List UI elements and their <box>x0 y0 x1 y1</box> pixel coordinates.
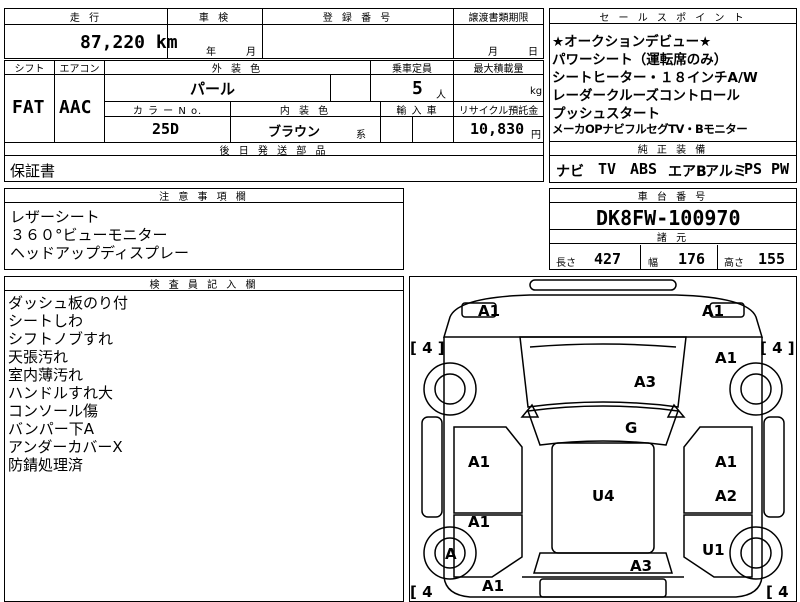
mark-front-left: A1 <box>478 302 500 320</box>
capacity-value: 5 <box>412 78 423 99</box>
inspector-line-6: ハンドルすれ大 <box>8 384 114 402</box>
exterior-value: パール <box>190 80 236 98</box>
color-no-value: 25D <box>152 120 180 138</box>
aircon-label: エアコン <box>55 61 104 75</box>
front-right-wheel-shape <box>729 362 783 416</box>
inspector-line-2: シートしわ <box>8 312 84 330</box>
mark-left-rear-wheel: A <box>445 545 457 563</box>
inspector-line-9: アンダーカバーX <box>8 438 123 456</box>
interior-label: 内 装 色 <box>231 102 380 117</box>
parts-value: 保証書 <box>10 162 56 180</box>
inspector-line-10: 防錆処理済 <box>8 456 84 474</box>
mark-rear-hatch: A3 <box>630 557 652 575</box>
load-unit: kg <box>530 86 543 97</box>
windshield-shape <box>526 405 680 446</box>
equipment-item-ps: PS <box>744 160 763 178</box>
height-label: 高さ <box>724 258 744 269</box>
equipment-item-navi: ナビ <box>556 164 584 180</box>
mileage-label: 走 行 <box>5 9 167 25</box>
tire-right-top: [ 4 ] <box>760 339 795 357</box>
shift-label: シフト <box>5 61 54 75</box>
interior-suffix: 系 <box>356 130 366 141</box>
equipment-label: 純 正 装 備 <box>550 142 796 156</box>
sales-line-1: ★オークションデビュー★ <box>552 34 712 50</box>
sales-line-6: メーカOPナビフルセグTV・Bモニター <box>552 122 748 136</box>
capacity-label: 乗車定員 <box>371 61 453 75</box>
right-rocker-shape <box>763 416 785 518</box>
interior-value: ブラウン <box>268 125 321 140</box>
specs-label: 諸 元 <box>550 230 796 244</box>
width-label: 幅 <box>648 258 658 269</box>
front-bumper-shape <box>529 279 677 291</box>
notes-line-2: ３６０°ビューモニター <box>10 226 168 244</box>
length-value: 427 <box>594 250 622 268</box>
sales-label: セ ー ル ス ポ イ ン ト <box>550 9 796 24</box>
sales-line-4: レーダークルーズコントロール <box>552 88 740 104</box>
sales-line-2: パワーシート（運転席のみ） <box>552 52 728 68</box>
sales-line-5: プッシュスタート <box>552 106 660 122</box>
shift-value: FAT <box>12 97 45 118</box>
color-no-label: カ ラ ー N o. <box>105 102 230 117</box>
inspector-line-4: 天張汚れ <box>8 348 69 366</box>
hood-line-shape <box>529 343 677 348</box>
inspector-line-8: バンパー下A <box>8 420 95 438</box>
equipment-item-tv: TV <box>598 160 617 178</box>
transfer-day: 日 <box>528 47 538 58</box>
mark-left-front-door: A1 <box>468 453 490 471</box>
mark-windshield: G <box>625 419 637 437</box>
notes-label: 注 意 事 項 欄 <box>5 189 403 203</box>
inspection-month: 月 <box>246 47 256 58</box>
inspection-year: 年 <box>206 47 216 58</box>
height-value: 155 <box>758 250 786 268</box>
import-label: 輸 入 車 <box>381 102 453 117</box>
rear-right-wheel-shape <box>729 526 783 580</box>
notes-line-1: レザーシート <box>10 208 100 226</box>
exterior-label: 外 装 色 <box>105 61 370 75</box>
aircon-value: AAC <box>59 97 92 118</box>
tire-left-bottom: [ 4 <box>410 583 433 600</box>
left-rocker-shape <box>421 416 443 518</box>
mark-left-rear-door: A1 <box>468 513 490 531</box>
hood-shape <box>519 336 687 408</box>
equipment-item-alloy: アルミ <box>705 164 747 180</box>
notes-line-3: ヘッドアップディスプレー <box>10 244 189 262</box>
tire-left-top: [ 4 ] <box>410 339 445 357</box>
rear-hatch-shape <box>539 578 667 598</box>
mark-right-rear-fender: U1 <box>702 541 725 559</box>
mark-right-fender: A1 <box>715 349 737 367</box>
front-left-wheel-shape <box>423 362 477 416</box>
inspector-line-7: コンソール傷 <box>8 402 99 420</box>
width-value: 176 <box>678 250 706 268</box>
mark-rear-left: A1 <box>482 577 504 595</box>
parts-label: 後 日 発 送 部 品 <box>5 143 543 157</box>
inspector-line-3: シフトノブすれ <box>8 330 114 348</box>
transfer-label: 譲渡書類期限 <box>454 9 543 25</box>
equipment-item-pw: PW <box>771 160 790 178</box>
inspector-line-1: ダッシュ板のり付 <box>8 294 129 312</box>
inspector-label: 検 査 員 記 入 欄 <box>5 277 403 291</box>
recycle-unit: 円 <box>531 130 541 141</box>
inspector-line-5: 室内薄汚れ <box>8 366 84 384</box>
length-label: 長さ <box>556 258 576 269</box>
inspection-label: 車 検 <box>168 9 262 25</box>
car-diagram: A1 A1 A1 A3 G A1 A1 U4 A2 A1 U1 A A3 A1 … <box>410 279 795 600</box>
max-load-label: 最大積載量 <box>454 61 543 75</box>
mileage-value: 87,220 km <box>80 32 178 53</box>
chassis-label: 車 台 番 号 <box>550 189 796 203</box>
mark-hood: A3 <box>634 373 656 391</box>
capacity-unit: 人 <box>436 90 446 101</box>
transfer-month: 月 <box>488 47 498 58</box>
mark-right-front-door: A1 <box>715 453 737 471</box>
chassis-value: DK8FW-100970 <box>596 206 741 230</box>
plate-label: 登 録 番 号 <box>263 9 453 25</box>
mark-front-right: A1 <box>702 302 724 320</box>
mark-right-rear-door: A2 <box>715 487 737 505</box>
tire-right-bottom: [ 4 <box>766 583 789 600</box>
sales-line-3: シートヒーター・１８インチA/W <box>552 70 758 86</box>
equipment-item-airbag: エアB <box>668 164 707 180</box>
equipment-item-abs: ABS <box>630 160 658 178</box>
recycle-label: リサイクル預託金 <box>454 102 543 117</box>
mark-roof: U4 <box>592 487 615 505</box>
recycle-value: 10,830 <box>470 120 525 138</box>
